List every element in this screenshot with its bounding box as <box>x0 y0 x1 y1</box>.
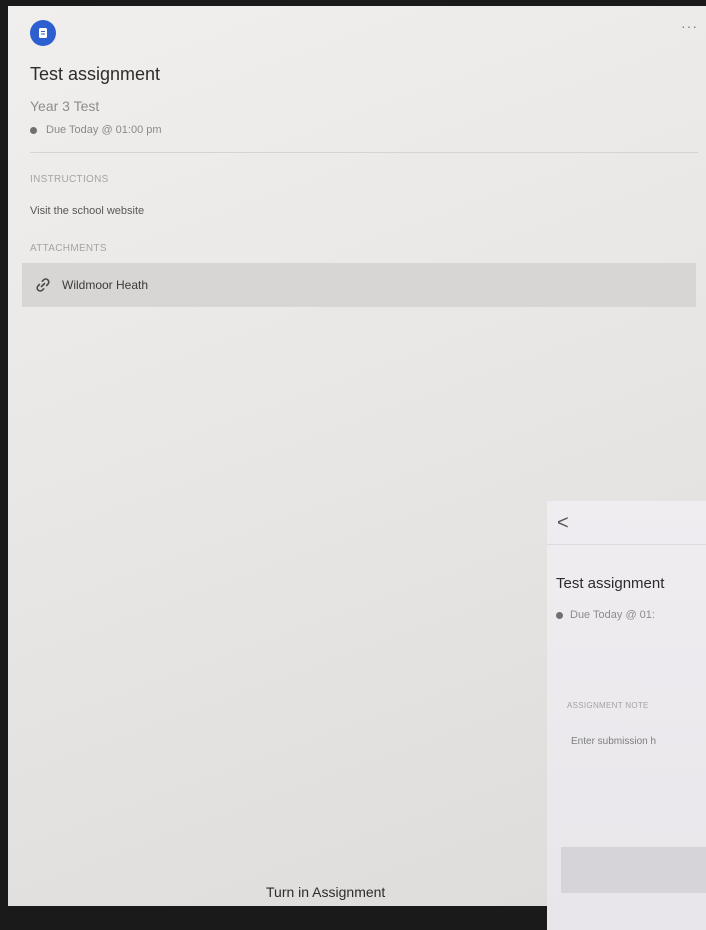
assignment-app-icon <box>30 20 56 46</box>
back-chevron-icon[interactable]: < <box>557 513 569 533</box>
assignment-note-input[interactable]: Enter submission h <box>571 736 656 747</box>
link-icon <box>36 278 50 292</box>
attachments-label: ATTACHMENTS <box>30 243 107 254</box>
instructions-label: INSTRUCTIONS <box>30 174 109 185</box>
turn-in-assignment-button[interactable]: Turn in Assignment <box>266 884 385 900</box>
submission-screen: < Test assignment Due Today @ 01: ASSIGN… <box>547 501 706 930</box>
clock-icon <box>556 611 563 619</box>
attachment-label: Wildmoor Heath <box>62 278 149 292</box>
more-options-button[interactable]: ··· <box>681 18 698 34</box>
submission-title: Test assignment <box>556 575 665 592</box>
due-date: Due Today @ 01:00 pm <box>30 124 162 136</box>
attachment-link[interactable]: Wildmoor Heath <box>22 263 696 307</box>
clock-icon <box>30 126 37 134</box>
due-date-text: Due Today @ 01:00 pm <box>46 124 162 136</box>
submission-header: < <box>547 501 706 545</box>
class-name: Year 3 Test <box>30 98 100 114</box>
assignment-title: Test assignment <box>30 64 161 84</box>
submission-due-text: Due Today @ 01: <box>570 609 655 621</box>
instructions-text: Visit the school website <box>30 205 145 217</box>
document-icon <box>39 28 47 38</box>
header-divider <box>30 152 698 153</box>
submission-action-bar[interactable] <box>561 847 706 893</box>
assignment-note-label: ASSIGNMENT NOTE <box>567 701 649 710</box>
submission-due-date: Due Today @ 01: <box>556 609 655 621</box>
